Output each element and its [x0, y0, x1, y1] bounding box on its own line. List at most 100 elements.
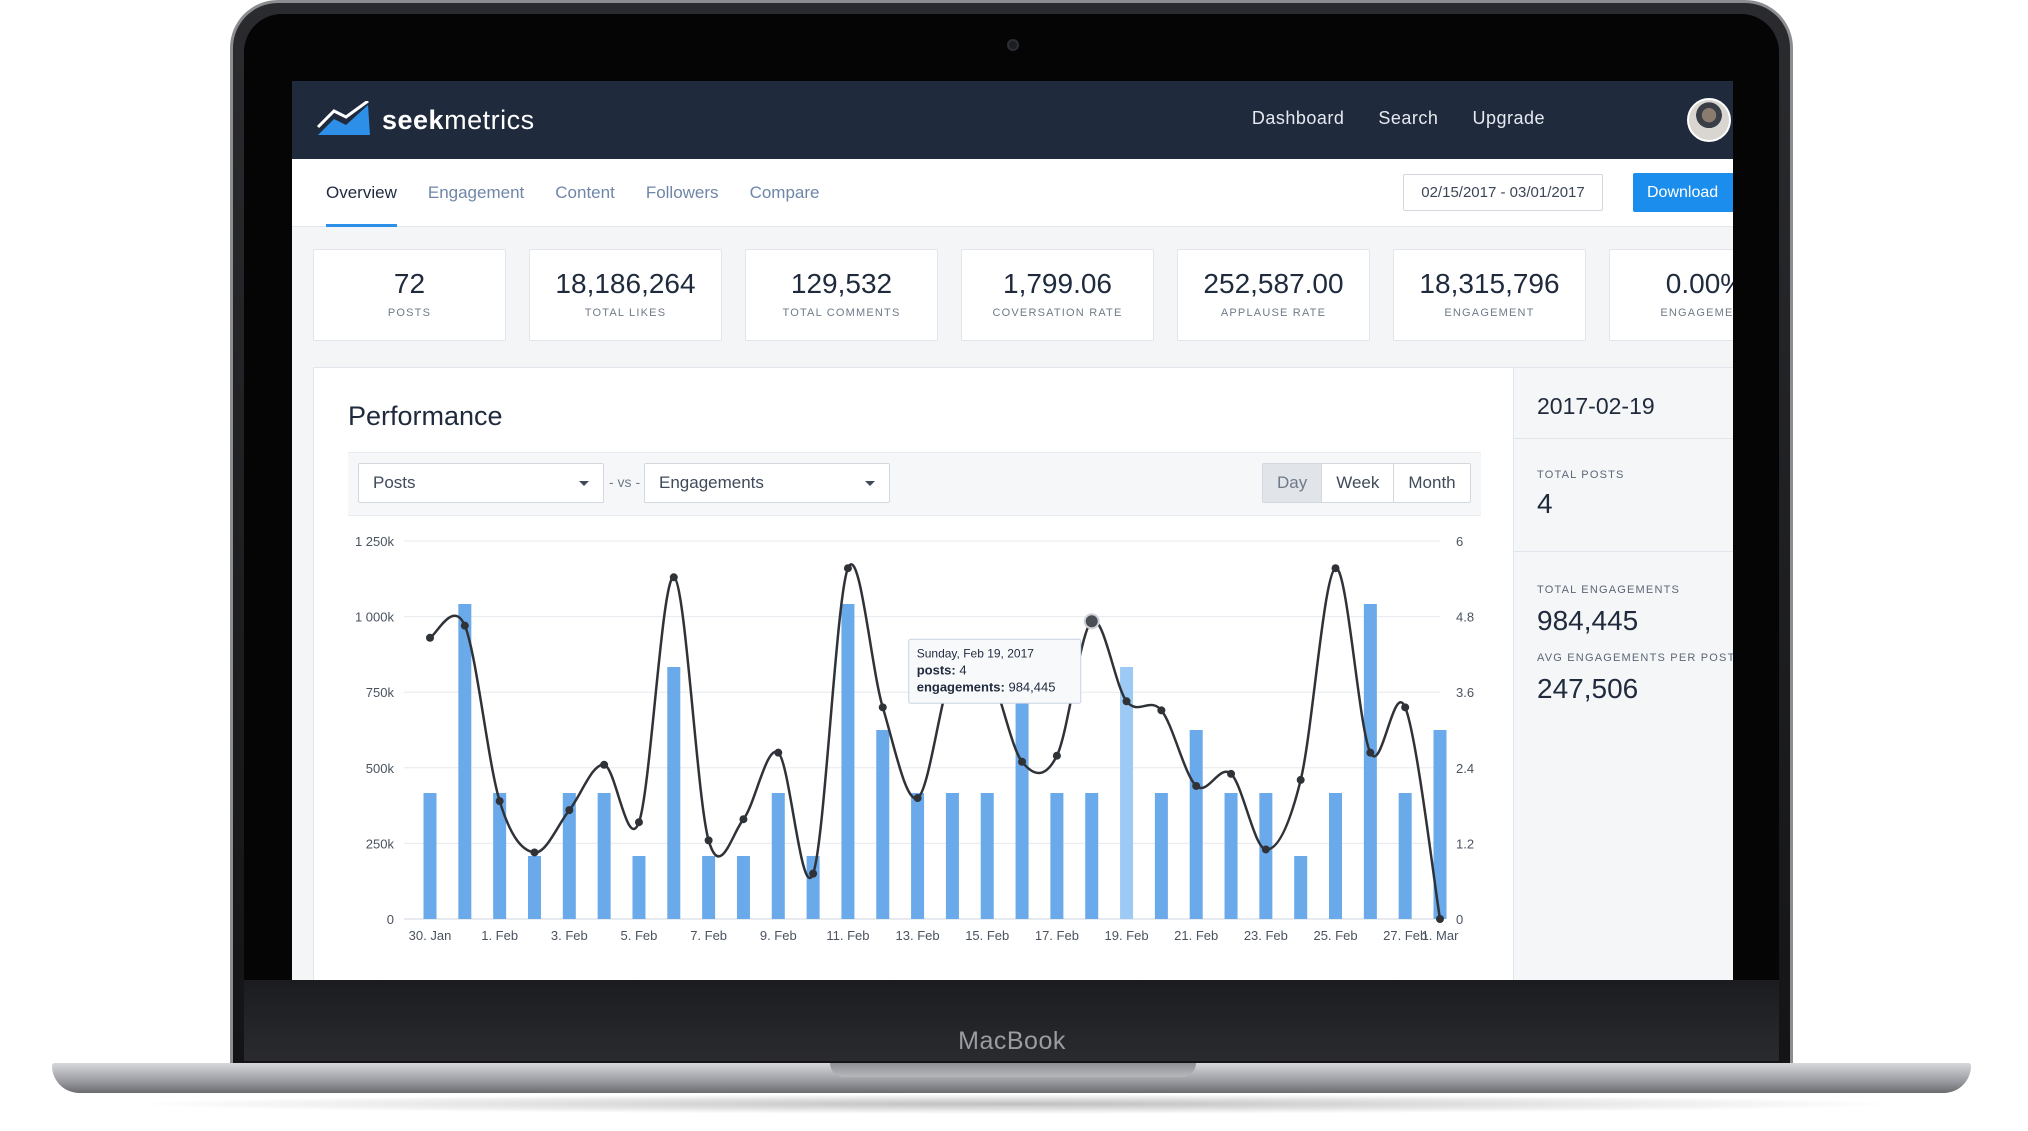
post-count-bar — [458, 604, 472, 919]
nav-search-link[interactable]: Search — [1378, 108, 1438, 129]
x-tick-label: 19. Feb — [1105, 928, 1149, 943]
engagements-point — [495, 797, 504, 806]
tab-compare[interactable]: Compare — [750, 183, 820, 227]
post-count-bar — [1398, 793, 1412, 919]
engagements-point — [1192, 781, 1201, 790]
sub-navbar: Overview Engagement Content Followers Co… — [292, 159, 1733, 227]
engagements-point — [669, 573, 678, 582]
post-count-bar — [632, 856, 646, 919]
topnav-links: Dashboard Search Upgrade — [1252, 108, 1545, 129]
total-posts-label: TOTAL POSTS — [1537, 469, 1625, 481]
post-count-bar — [527, 856, 541, 919]
engagements-point — [1052, 751, 1061, 760]
stat-label: ENGAGEMENT — [1444, 307, 1535, 319]
metric-select-right-value: Engagements — [659, 473, 764, 492]
x-tick-label: 1. Mar — [1422, 928, 1460, 943]
post-count-bar — [945, 793, 959, 919]
day-detail-panel: 2017-02-19 TOTAL POSTS 4 TOTAL ENGAGEMEN… — [1513, 368, 1733, 980]
post-count-bar — [876, 730, 890, 919]
post-count-bar — [597, 793, 611, 919]
x-tick-label: 3. Feb — [551, 928, 588, 943]
total-engagements-value: 984,445 — [1537, 605, 1639, 636]
engagements-point — [1366, 748, 1375, 757]
metric-select-left-value: Posts — [373, 473, 416, 492]
post-count-bar — [667, 667, 681, 919]
stat-card-applause-rate: 252,587.00 APPLAUSE RATE — [1177, 249, 1370, 341]
divider — [1514, 438, 1733, 439]
chevron-down-icon — [579, 481, 589, 486]
engagements-point — [634, 818, 643, 827]
tab-content[interactable]: Content — [555, 183, 615, 227]
total-posts-value: 4 — [1537, 488, 1553, 519]
engagements-point — [1227, 769, 1236, 778]
trend-chart-logo-icon — [316, 101, 370, 135]
post-count-bar — [1189, 730, 1203, 919]
x-tick-label: 23. Feb — [1244, 928, 1288, 943]
y-right-tick-label: 2.4 — [1456, 761, 1474, 776]
y-left-tick-label: 750k — [366, 685, 395, 700]
period-day-button[interactable]: Day — [1263, 464, 1323, 502]
camera-icon — [1007, 39, 1019, 51]
post-count-bar — [771, 793, 785, 919]
stats-row: 72 POSTS 18,186,264 TOTAL LIKES 129,532 … — [313, 249, 1733, 341]
post-count-bar — [1085, 793, 1099, 919]
post-count-bar — [1015, 667, 1029, 919]
post-count-bar — [1154, 793, 1168, 919]
engagements-point — [1018, 757, 1027, 766]
post-count-bar — [423, 793, 437, 919]
y-right-tick-label: 6 — [1456, 534, 1463, 549]
engagements-point — [426, 633, 434, 642]
x-tick-label: 7. Feb — [690, 928, 727, 943]
post-count-bar — [1224, 793, 1238, 919]
selected-date: 2017-02-19 — [1537, 393, 1655, 419]
total-engagements-label: TOTAL ENGAGEMENTS — [1537, 584, 1681, 596]
x-tick-label: 9. Feb — [760, 928, 797, 943]
stat-value: 18,315,796 — [1419, 268, 1560, 299]
date-range-picker[interactable]: 02/15/2017 - 03/01/2017 — [1403, 174, 1603, 211]
stat-label: TOTAL LIKES — [584, 307, 667, 319]
post-count-bar — [702, 856, 716, 919]
vs-label: - vs - — [609, 474, 641, 490]
period-month-button[interactable]: Month — [1394, 464, 1469, 502]
tab-followers[interactable]: Followers — [646, 183, 719, 227]
nav-upgrade-link[interactable]: Upgrade — [1472, 108, 1545, 129]
tab-engagement[interactable]: Engagement — [428, 183, 524, 227]
stat-value: 129,532 — [790, 268, 893, 299]
nav-dashboard-link[interactable]: Dashboard — [1252, 108, 1345, 129]
post-count-bar — [806, 856, 820, 919]
x-tick-label: 30. Jan — [409, 928, 452, 943]
stat-label: TOTAL COMMENTS — [782, 307, 901, 319]
post-count-bar — [1050, 793, 1064, 919]
period-toggle: Day Week Month — [1262, 463, 1471, 503]
x-tick-label: 5. Feb — [621, 928, 658, 943]
app-screen: seekmetrics Dashboard Search Upgrade Ove… — [292, 81, 1733, 980]
download-button[interactable]: Download — [1633, 173, 1733, 212]
tab-overview[interactable]: Overview — [326, 183, 397, 227]
x-tick-label: 1. Feb — [481, 928, 518, 943]
stat-value: 18,186,264 — [555, 268, 696, 299]
engagements-point-highlight — [1083, 613, 1100, 630]
tooltip-posts: posts: 4 — [917, 662, 967, 677]
tooltip-date: Sunday, Feb 19, 2017 — [917, 646, 1035, 660]
avg-engagements-label: AVG ENGAGEMENTS PER POST — [1537, 652, 1733, 664]
x-tick-label: 25. Feb — [1313, 928, 1357, 943]
post-count-bar — [1294, 856, 1308, 919]
laptop-base-notch — [830, 1063, 1196, 1077]
engagements-point — [1401, 703, 1410, 712]
post-count-bar — [1329, 793, 1343, 919]
x-tick-label: 13. Feb — [896, 928, 940, 943]
engagements-point — [600, 760, 609, 769]
engagements-point — [704, 836, 713, 845]
period-week-button[interactable]: Week — [1322, 464, 1395, 502]
stat-card-total-likes: 18,186,264 TOTAL LIKES — [529, 249, 722, 341]
engagements-point — [1436, 915, 1444, 923]
post-count-bar — [1259, 793, 1273, 919]
metric-select-left[interactable]: Posts — [358, 463, 604, 503]
y-right-tick-label: 3.6 — [1456, 685, 1474, 700]
stat-value: 0.00% — [1665, 268, 1733, 299]
metric-select-right[interactable]: Engagements — [644, 463, 890, 503]
engagements-point — [1122, 697, 1131, 706]
user-avatar[interactable] — [1687, 98, 1731, 142]
app-logo[interactable]: seekmetrics — [316, 101, 535, 139]
performance-chart: 0 0 250k 1.2 500k 2.4 750k 3.6 1 000k 4.8 1 250k 6 3… — [355, 534, 1474, 943]
